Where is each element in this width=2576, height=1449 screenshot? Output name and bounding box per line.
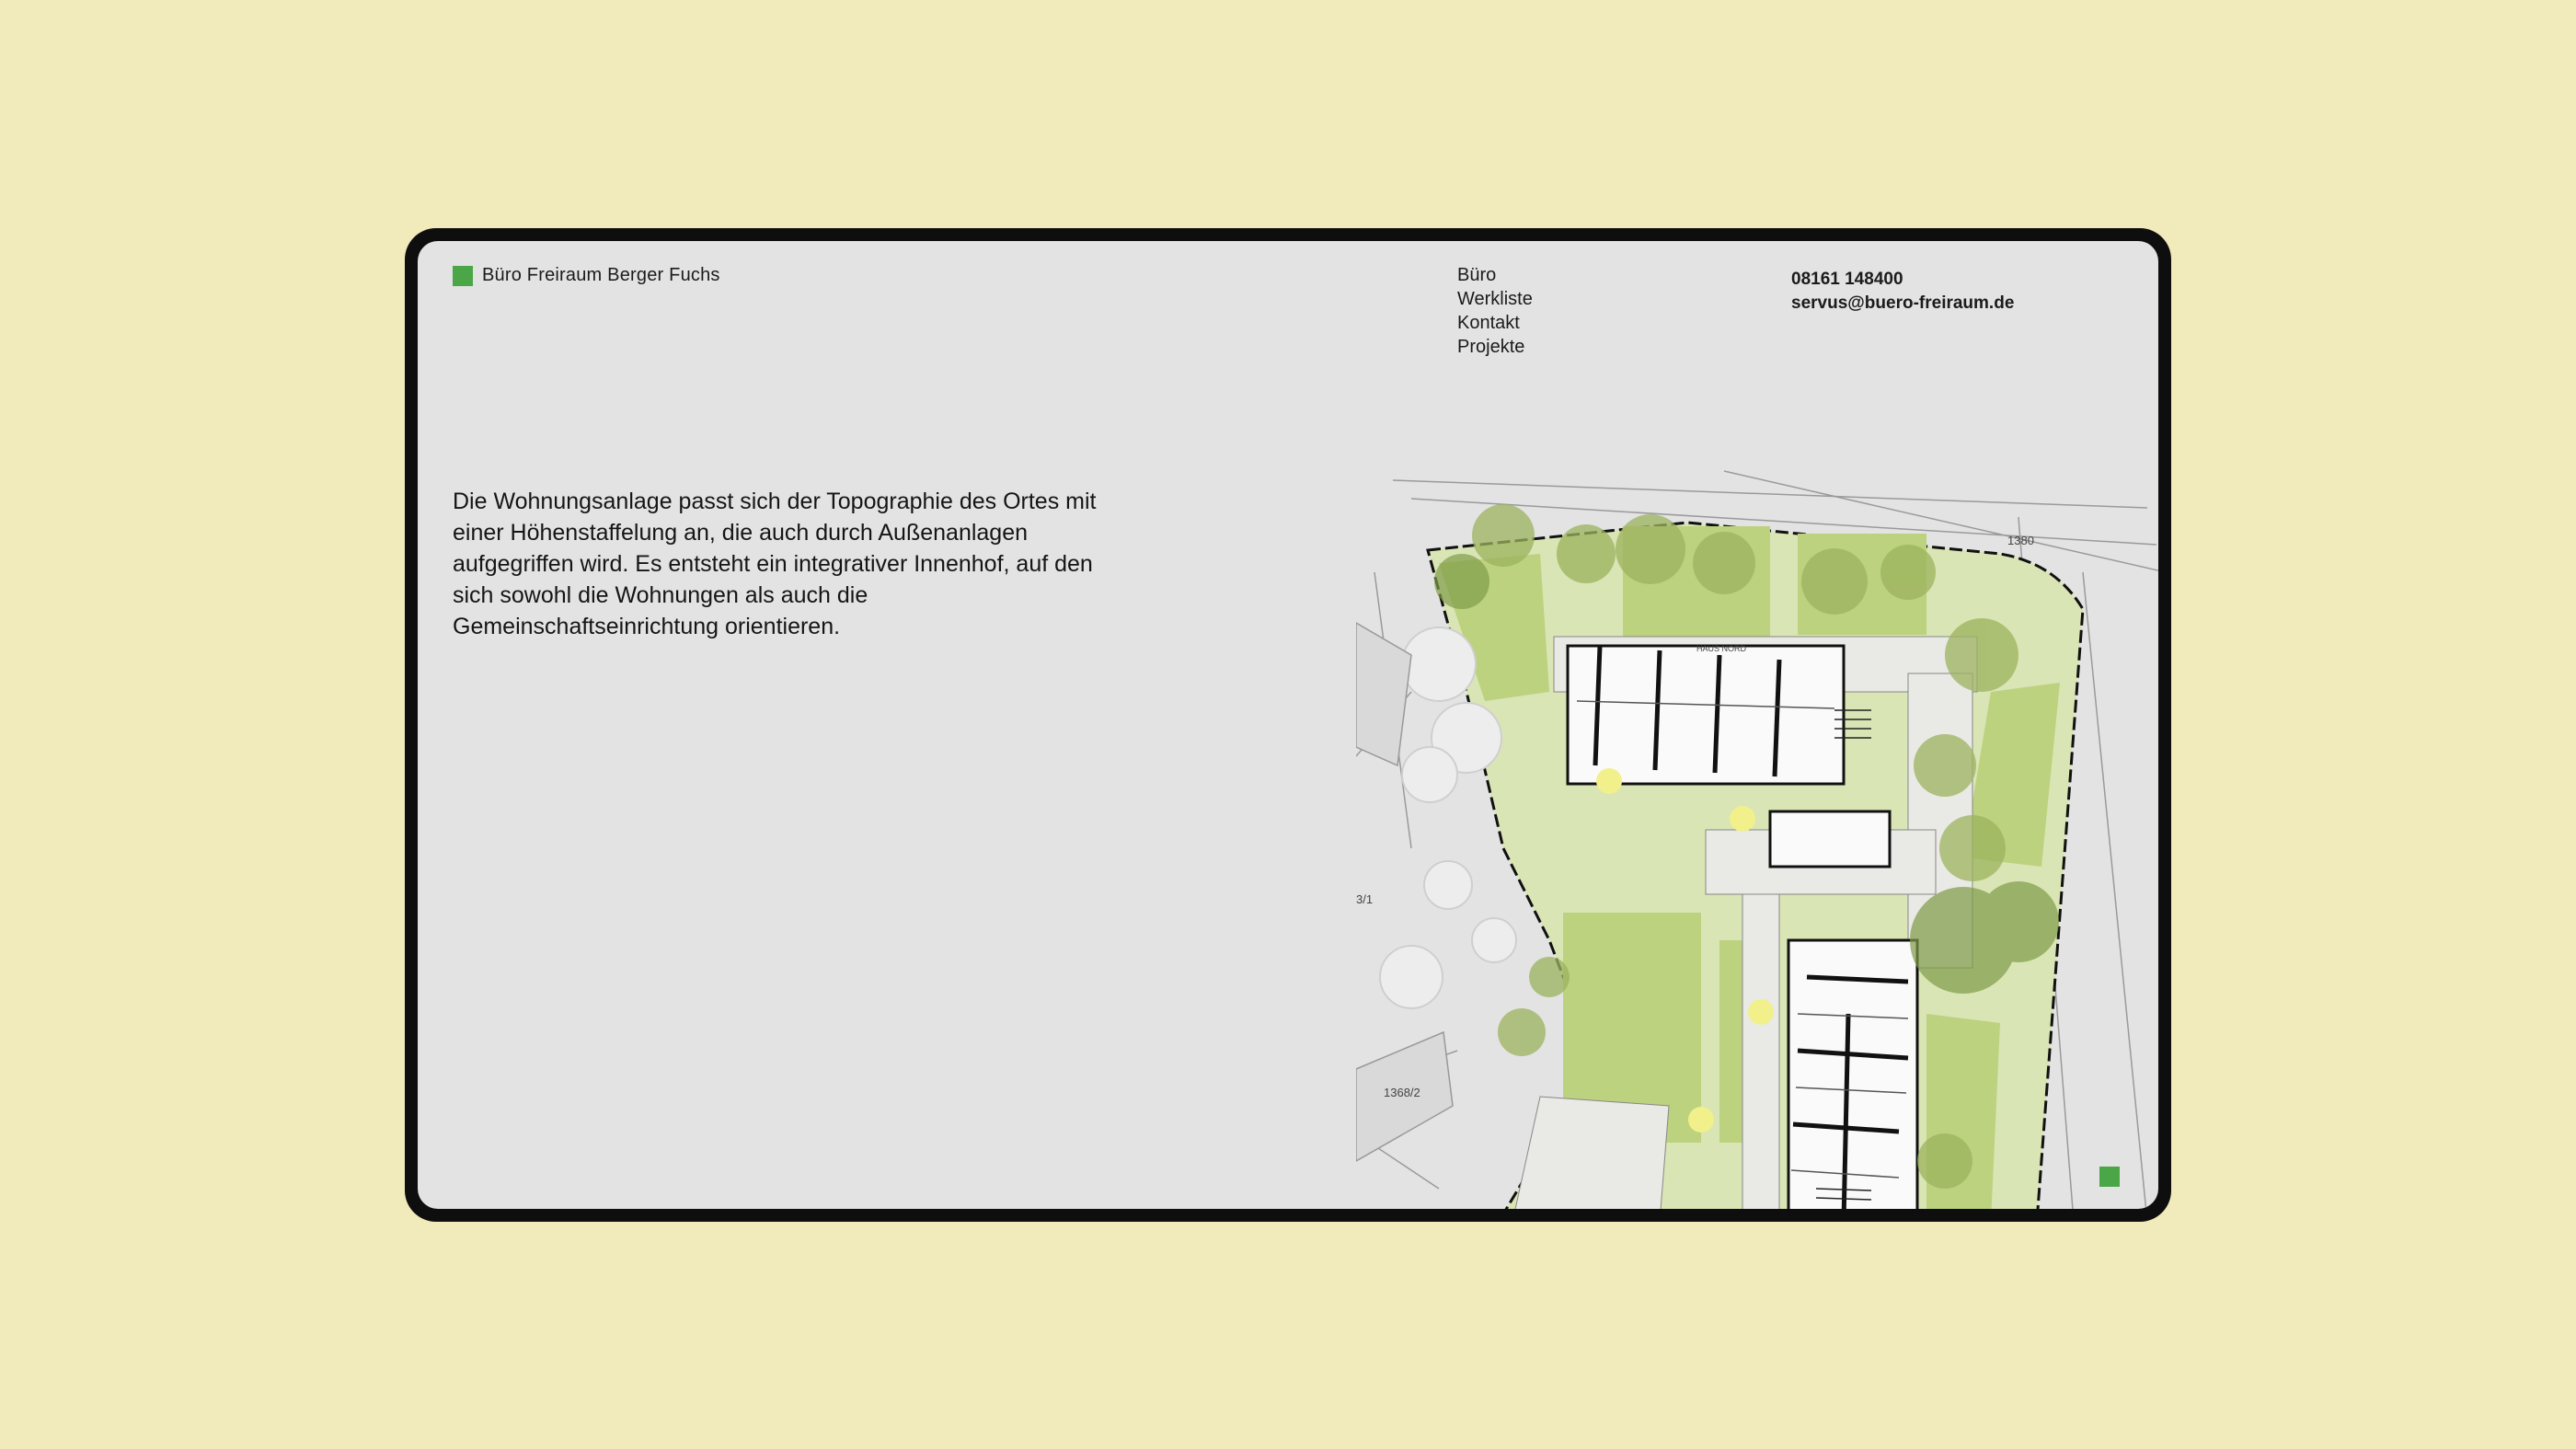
brand-logo[interactable]: Büro Freiraum Berger Fuchs [453,265,720,286]
device-frame: Büro Freiraum Berger Fuchs Büro Werklist… [405,228,2171,1222]
nav-item-kontakt[interactable]: Kontakt [1457,311,1533,335]
nav-item-werkliste[interactable]: Werkliste [1457,287,1533,311]
site-plan-image: 1380 3/1 1368/2 HAUS NORD [1356,470,2158,1209]
parcel-label-1368: 1368/2 [1384,1086,1420,1099]
nav-item-projekte[interactable]: Projekte [1457,335,1533,359]
parcel-label-1380: 1380 [2007,534,2034,547]
main-navigation: Büro Werkliste Kontakt Projekte [1457,263,1533,359]
corner-square-icon[interactable] [2099,1167,2120,1187]
nav-item-buero[interactable]: Büro [1457,263,1533,287]
website-screen: Büro Freiraum Berger Fuchs Büro Werklist… [418,241,2158,1209]
parcel-label-left: 3/1 [1356,892,1373,906]
email-link[interactable]: servus@buero-freiraum.de [1791,292,2014,316]
contact-info: 08161 148400 servus@buero-freiraum.de [1791,268,2014,316]
brand-name: Büro Freiraum Berger Fuchs [482,265,720,285]
house-label: HAUS NORD [1696,644,1747,653]
phone-link[interactable]: 08161 148400 [1791,268,2014,292]
logo-square-icon [453,265,473,286]
project-description: Die Wohnungsanlage passt sich der Topogr… [453,489,1097,639]
